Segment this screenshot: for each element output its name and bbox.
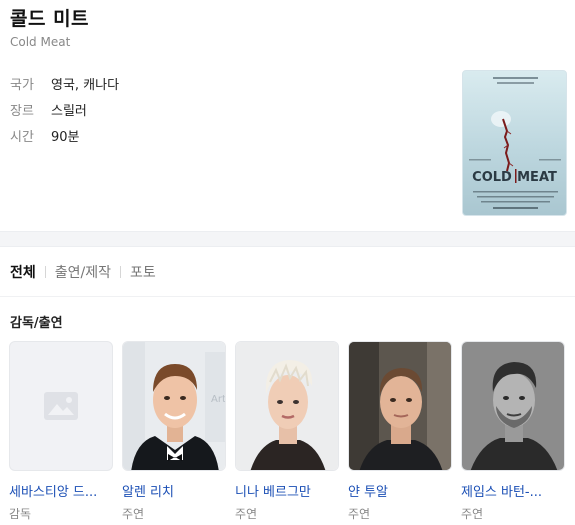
poster-title-right: MEAT [517,170,557,185]
placeholder-image-icon [44,392,78,420]
cast-role: 주연 [122,507,145,521]
movie-poster[interactable]: COLD MEAT [462,70,567,216]
cast-name[interactable]: 제임스 바턴-... [461,481,565,500]
info-row-runtime: 시간 90분 [10,122,119,148]
cast-name[interactable]: 니나 베르그만 [235,481,339,500]
cast-name[interactable]: 세바스티앙 드... [9,481,113,500]
info-value: 영국, 캐나다 [51,77,120,93]
cast-name[interactable]: 알렌 리치 [122,481,226,500]
info-key: 장르 [10,103,34,119]
svg-text:Art: Art [211,394,226,405]
tab-photos[interactable]: 포토 [130,262,156,282]
cast-role: 주연 [235,507,258,521]
cast-card[interactable]: Art 알렌 리치 주연 [122,341,226,522]
cast-photo [348,341,452,471]
actor-photo: Art [123,342,226,470]
actor-photo [462,342,564,470]
info-row-genre: 장르 스릴러 [10,96,119,122]
tab-separator [44,266,46,278]
actor-photo [349,342,451,470]
cast-photo [235,341,339,471]
actor-photo [236,342,338,470]
cast-card[interactable]: 제임스 바턴-... 주연 [461,341,565,522]
cast-photo [461,341,565,471]
section-gap [0,231,575,247]
info-key: 국가 [10,77,34,93]
cast-card[interactable]: 니나 베르그만 주연 [235,341,339,522]
cast-list: 세바스티앙 드... 감독 Art 알렌 리치 주연 니나 베르그만 주연 얀 … [9,341,565,522]
cast-card[interactable]: 얀 투알 주연 [348,341,452,522]
cast-section-title: 감독/출연 [10,316,63,331]
cast-role: 주연 [461,507,484,521]
tab-bar: 전체 출연/제작 포토 [10,262,156,282]
tab-cast-crew[interactable]: 출연/제작 [55,262,111,282]
tab-separator [120,266,122,278]
cast-photo: Art [122,341,226,471]
poster-title-left: COLD [472,170,512,185]
poster-image: COLD MEAT [463,71,566,215]
movie-info: 국가 영국, 캐나다 장르 스릴러 시간 90분 [10,70,119,148]
movie-original-title: Cold Meat [10,35,71,49]
cast-name[interactable]: 얀 투알 [348,481,452,500]
movie-title: 콜드 미트 [10,8,90,30]
tab-all[interactable]: 전체 [10,262,36,282]
info-value: 스릴러 [51,103,87,119]
cast-photo-placeholder [9,341,113,471]
cast-role: 감독 [9,507,32,521]
divider [0,296,575,297]
info-value: 90분 [51,129,80,145]
cast-role: 주연 [348,507,371,521]
cast-card-director[interactable]: 세바스티앙 드... 감독 [9,341,113,522]
info-key: 시간 [10,129,34,145]
info-row-country: 국가 영국, 캐나다 [10,70,119,96]
